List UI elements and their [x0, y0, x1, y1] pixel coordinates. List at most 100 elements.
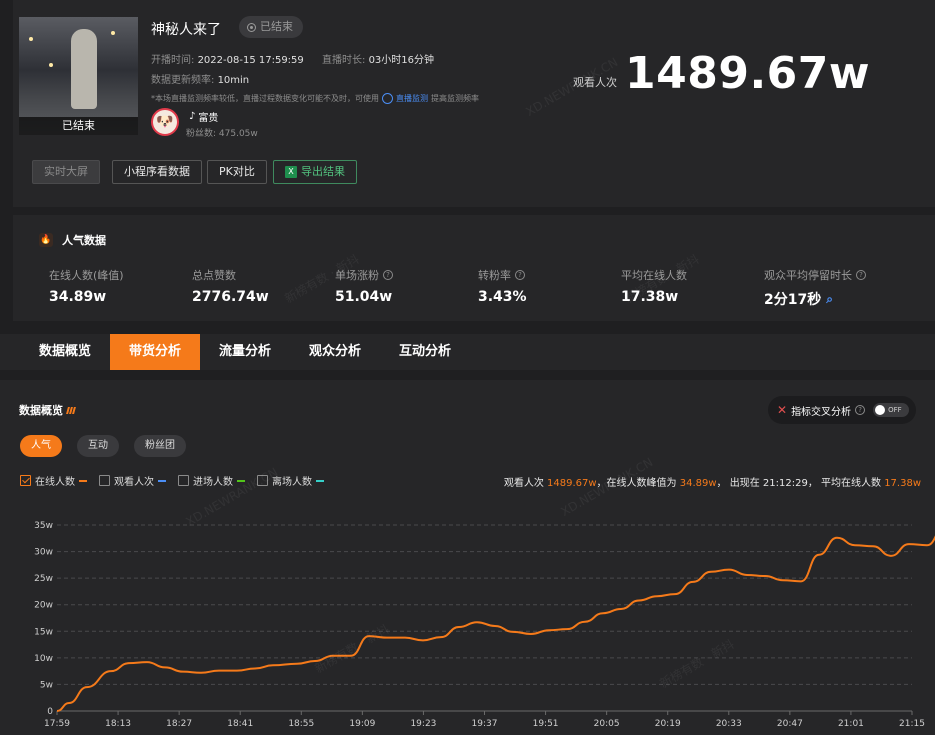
checkbox[interactable] — [257, 475, 268, 486]
chart-summary: 观看人次 1489.67w，在线人数峰值为 34.89w， 出现在 21:12:… — [504, 474, 921, 489]
monitor-note: *本场直播监测频率较低，直播过程数据变化可能不及时，可使用 直播监测 提高监测频… — [151, 93, 479, 104]
legend-line — [158, 479, 166, 482]
help-icon[interactable]: ? — [855, 405, 866, 415]
analysis-tabs: 数据概览 带货分析 流量分析 观众分析 互动分析 — [0, 334, 935, 370]
pk-compare-button[interactable]: PK对比 — [207, 160, 267, 184]
section-title-text: 数据概览 — [19, 404, 63, 417]
tab-overview[interactable]: 数据概览 — [20, 334, 110, 370]
stat-label: 总点赞数 — [192, 269, 236, 282]
live-thumbnail[interactable]: 已结束 — [19, 17, 138, 135]
pill-interaction[interactable]: 互动 — [77, 435, 119, 457]
y-tick-label: 30w — [34, 548, 53, 558]
search-icon[interactable]: ⌕ — [826, 292, 833, 307]
monitor-note-tail: 提高监测频率 — [431, 94, 479, 103]
stat-total-likes: 总点赞数 2776.74w — [192, 267, 269, 305]
legend-leave[interactable]: 离场人数 — [257, 473, 324, 488]
refresh-value: 10min — [217, 75, 250, 86]
clock-icon[interactable] — [382, 93, 393, 104]
x-tick-label: 20:19 — [655, 719, 681, 729]
flame-icon: 🔥 — [39, 233, 53, 247]
y-tick-label: 35w — [34, 521, 53, 531]
x-tick-label: 19:37 — [472, 719, 498, 729]
lamp-dot — [111, 31, 115, 35]
fans-count: 粉丝数: 475.05w — [186, 126, 258, 139]
owner-name[interactable]: ♪ 富贵 — [189, 109, 218, 124]
checkbox[interactable] — [99, 475, 110, 486]
miniprogram-button[interactable]: 小程序看数据 — [112, 160, 202, 184]
stat-avg-online: 平均在线人数 17.38w — [621, 267, 687, 305]
legend-line — [79, 479, 87, 482]
stat-value: 34.89w — [49, 289, 107, 305]
cross-analysis-toggle[interactable]: ✕ 指标交叉分析 ? OFF — [768, 396, 916, 424]
duration-value: 03小时16分钟 — [368, 55, 435, 66]
owner-name-text: 富贵 — [198, 113, 219, 124]
stat-label: 转粉率 — [478, 269, 511, 282]
stat-label: 平均在线人数 — [621, 269, 687, 282]
online-users-chart[interactable]: 0 5w 10w 15w 20w 25w 30w 35w 17:59 18:13 18:27 18:4… — [0, 500, 935, 735]
x-tick-label: 18:41 — [227, 719, 253, 729]
monitor-note-text: *本场直播监测频率较低，直播过程数据变化可能不及时，可使用 — [151, 94, 379, 103]
x-tick-label: 18:13 — [105, 719, 131, 729]
start-time: 开播时间: 2022-08-15 17:59:59 — [151, 51, 304, 66]
popularity-title: 人气数据 — [62, 234, 106, 247]
export-button[interactable]: X 导出结果 — [273, 160, 357, 184]
x-tick-label: 19:51 — [533, 719, 559, 729]
x-tick-label: 20:33 — [716, 719, 742, 729]
cross-analysis-label: 指标交叉分析 — [791, 406, 852, 418]
x-tick-label: 19:09 — [349, 719, 375, 729]
x-tick-label: 18:55 — [288, 719, 314, 729]
stat-label: 观众平均停留时长 — [764, 269, 852, 282]
y-tick-label: 15w — [34, 627, 53, 637]
lamp-dot — [29, 37, 33, 41]
y-tick-label: 10w — [34, 654, 53, 664]
off-switch[interactable]: OFF — [873, 403, 910, 417]
live-monitor-link[interactable]: 直播监测 — [396, 93, 428, 104]
pill-fan-club[interactable]: 粉丝团 — [134, 435, 186, 457]
x-tick-label: 20:47 — [777, 719, 803, 729]
tab-interaction[interactable]: 互动分析 — [380, 334, 470, 370]
status-badge: 已结束 — [239, 16, 303, 38]
checkbox[interactable] — [178, 475, 189, 486]
section-title: 数据概览 — [19, 402, 76, 418]
avatar[interactable]: 🐶 — [151, 108, 179, 136]
excel-icon: X — [285, 166, 297, 178]
y-tick-label: 20w — [34, 601, 53, 611]
legend-enter[interactable]: 进场人数 — [178, 473, 245, 488]
legend-label: 在线人数 — [35, 477, 75, 488]
x-tick-label: 21:01 — [838, 719, 864, 729]
popularity-card: 🔥 人气数据 在线人数(峰值) 34.89w 总点赞数 2776.74w 单场涨… — [13, 215, 935, 321]
popularity-header: 🔥 人气数据 — [39, 232, 106, 248]
series-line-online — [56, 535, 935, 712]
legend-views[interactable]: 观看人次 — [99, 473, 166, 488]
summary-avg: 17.38w — [884, 478, 921, 489]
tab-audience[interactable]: 观众分析 — [290, 334, 380, 370]
start-time-value: 2022-08-15 17:59:59 — [197, 55, 304, 66]
help-icon[interactable]: ? — [383, 270, 393, 280]
cross-icon: ✕ — [777, 403, 788, 417]
stat-value: 3.43% — [478, 289, 527, 305]
stat-value: 2分17秒 — [764, 292, 822, 308]
checkbox[interactable] — [20, 475, 31, 486]
x-tick-label: 19:23 — [410, 719, 436, 729]
chart-legend: 在线人数 观看人次 进场人数 离场人数 — [20, 473, 336, 488]
legend-label: 进场人数 — [193, 477, 233, 488]
y-tick-label: 0 — [47, 707, 53, 717]
help-icon[interactable]: ? — [515, 270, 525, 280]
person-figure — [71, 29, 97, 109]
tab-sales[interactable]: 带货分析 — [110, 334, 200, 370]
realtime-screen-button[interactable]: 实时大屏 — [32, 160, 100, 184]
x-tick-label: 20:05 — [594, 719, 620, 729]
pill-popularity[interactable]: 人气 — [20, 435, 62, 457]
views-label: 观看人次 — [573, 76, 617, 89]
fans-label: 粉丝数: — [186, 129, 217, 139]
help-icon[interactable]: ? — [856, 270, 866, 280]
stop-icon — [247, 22, 256, 32]
stat-value: 17.38w — [621, 289, 679, 305]
legend-online[interactable]: 在线人数 — [20, 473, 87, 488]
summary-peak: 34.89w — [679, 478, 717, 489]
thumbnail-status: 已结束 — [19, 117, 138, 135]
refresh-rate: 数据更新频率: 10min — [151, 71, 249, 86]
tab-traffic[interactable]: 流量分析 — [200, 334, 290, 370]
stat-avg-stay: 观众平均停留时长? 2分17秒 ⌕ — [764, 267, 866, 309]
stat-value: 2776.74w — [192, 289, 269, 305]
